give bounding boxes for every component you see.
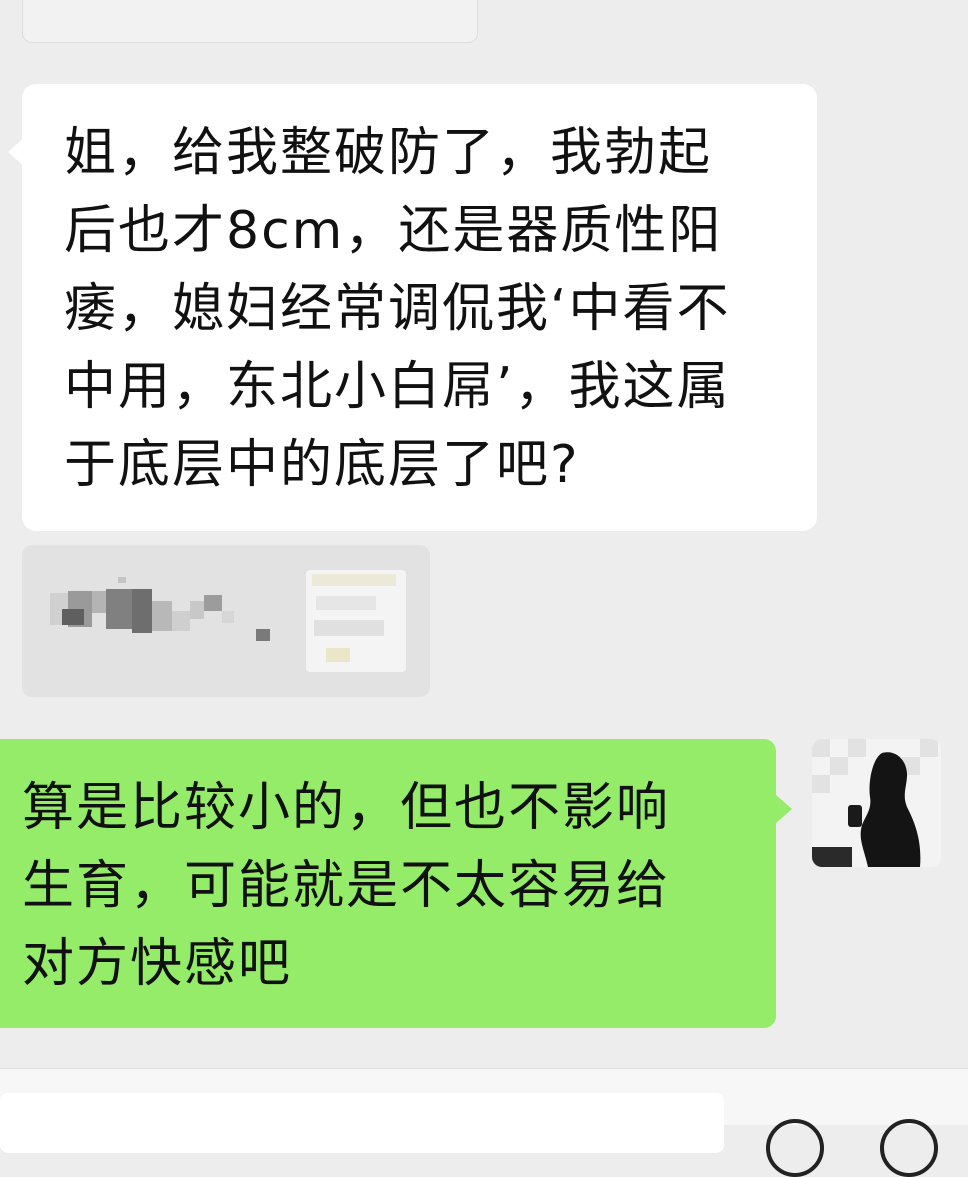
plus-icon[interactable] — [880, 1119, 938, 1177]
avatar[interactable] — [812, 739, 941, 867]
emoji-icon[interactable] — [766, 1119, 824, 1177]
blurred-pixel — [314, 620, 384, 636]
blurred-pixel — [190, 601, 204, 619]
shared-card-thumbnail — [306, 570, 406, 672]
blurred-pixel — [256, 629, 270, 641]
blurred-pixel — [204, 595, 222, 611]
blurred-pixel — [106, 589, 132, 629]
outgoing-message-text: 算是比较小的，但也不影响 生育，可能就是不太容易给 对方快感吧 — [22, 778, 671, 994]
incoming-message-text: 姐，给我整破防了，我勃起 后也才8cm，还是器质性阳 痿，媳妇经常调侃我‘中看不… — [64, 123, 731, 495]
blurred-pixel — [312, 574, 396, 586]
blurred-pixel — [152, 601, 172, 631]
blurred-pixel — [172, 611, 190, 631]
blurred-pixel — [132, 589, 152, 633]
blurred-pixel — [118, 577, 126, 583]
incoming-message-bubble[interactable]: 姐，给我整破防了，我勃起 后也才8cm，还是器质性阳 痿，媳妇经常调侃我‘中看不… — [8, 84, 817, 531]
outgoing-message-bubble[interactable]: 算是比较小的，但也不影响 生育，可能就是不太容易给 对方快感吧 — [0, 739, 792, 1028]
shared-link-card[interactable] — [22, 545, 430, 697]
blurred-pixel — [316, 596, 376, 610]
previous-message-bubble[interactable] — [22, 0, 478, 43]
message-input[interactable] — [0, 1093, 724, 1153]
blurred-pixel — [222, 611, 234, 623]
blurred-pixel — [62, 609, 84, 625]
chat-input-bar — [0, 1068, 968, 1177]
blurred-pixel — [92, 591, 106, 613]
avatar-image — [812, 739, 941, 867]
blurred-pixel — [326, 648, 350, 662]
